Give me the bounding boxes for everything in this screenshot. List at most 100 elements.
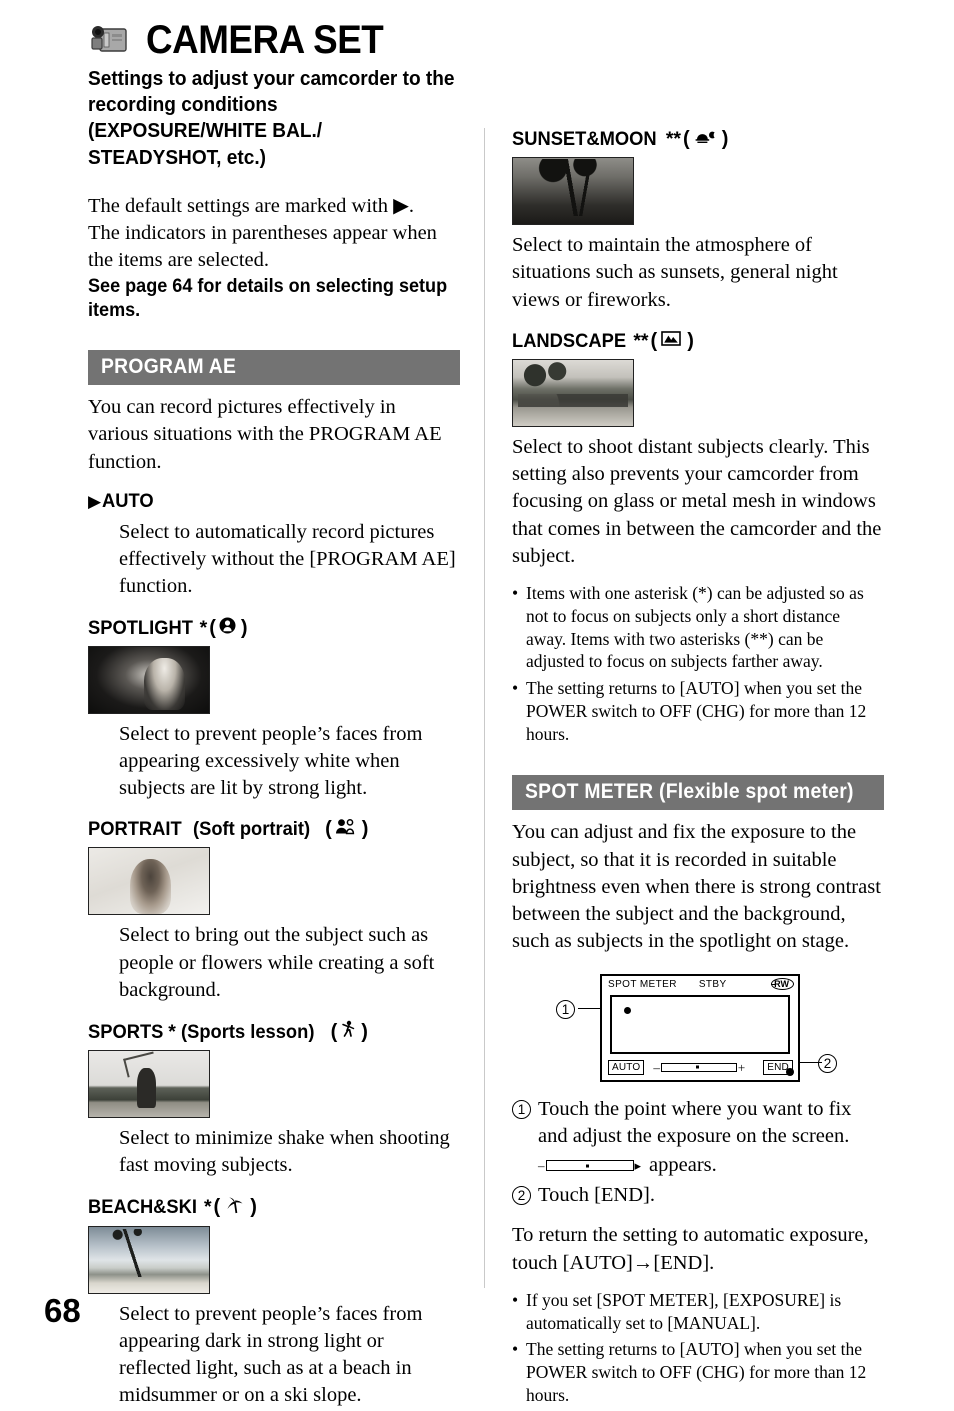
note-text: The setting returns to [AUTO] when you s… xyxy=(526,1339,867,1405)
minus-sign-icon: – xyxy=(653,1059,660,1075)
page-title: CAMERA SET xyxy=(146,18,384,62)
section-header-program-ae: PROGRAM AE xyxy=(88,350,460,386)
bullet-dot-icon: • xyxy=(512,678,519,698)
mode-sub-sports: (Sports lesson) xyxy=(181,1020,315,1043)
page-number: 68 xyxy=(44,1292,81,1329)
mode-sub-portrait: (Soft portrait) xyxy=(193,818,311,841)
mode-heading-landscape: LANDSCAPE **( ) xyxy=(512,329,694,352)
woman-in-spotlight-photo xyxy=(88,645,210,714)
mode-asterisk-sunset-moon: ** xyxy=(665,128,682,150)
beach-palms-photo xyxy=(88,1225,210,1294)
sunset-moon-icon xyxy=(694,128,716,151)
step-2: 2 Touch [END]. xyxy=(512,1182,884,1209)
mode-body-portrait: Select to bring out the subject such as … xyxy=(119,924,435,1001)
touch-point-marker-2 xyxy=(785,1067,794,1076)
mode-asterisk-landscape: ** xyxy=(633,329,649,352)
intro-bold-note: See page 64 for details on selecting set… xyxy=(88,275,448,322)
note-text: Items with one asterisk (*) can be adjus… xyxy=(526,583,864,672)
bullet-dot-icon: • xyxy=(512,1339,519,1360)
page-header: CAMERA SET xyxy=(88,20,460,60)
tape-indicator-icon: RW xyxy=(771,978,794,990)
lcd-status-label: STBY xyxy=(698,978,727,990)
spot-meter-description: You can adjust and fix the exposure to t… xyxy=(512,821,881,953)
camcorder-icon xyxy=(88,20,136,60)
bullet-dot-icon: • xyxy=(512,1289,519,1310)
lcd-status-bar: SPOT METER STBY RW xyxy=(602,976,798,992)
mode-name-landscape: LANDSCAPE xyxy=(512,329,627,352)
mode-body-auto: Select to automatically record pictures … xyxy=(119,520,456,598)
left-column: CAMERA SET Settings to adjust your camco… xyxy=(88,20,460,1410)
bullet-dot-icon: • xyxy=(512,583,519,603)
mode-body-beach-ski: Select to prevent people’s faces from ap… xyxy=(119,1302,423,1407)
exposure-slider-glyph: – ▸ xyxy=(538,1159,641,1173)
step-2-circle: 2 xyxy=(512,1186,531,1205)
mode-heading-portrait: PORTRAIT (Soft portrait) ( ) xyxy=(88,818,369,841)
step-1: 1 Touch the point where you want to fix … xyxy=(512,1096,884,1151)
right-column: SUNSET&MOON **( ) Select to maintain the … xyxy=(512,128,884,1411)
mode-name-auto: AUTO xyxy=(102,489,154,512)
note-text: The setting returns to [AUTO] when you s… xyxy=(526,678,867,744)
mode-body-sunset-moon: Select to maintain the atmosphere of sit… xyxy=(512,234,838,311)
callout-1-number: 1 xyxy=(556,999,575,1019)
step-2-number: 2 xyxy=(512,1182,538,1209)
callout-2-number: 2 xyxy=(818,1053,837,1073)
appears-line: – ▸ appears. xyxy=(538,1154,884,1177)
program-ae-notes: • Items with one asterisk (*) can be adj… xyxy=(512,582,884,745)
intro-line-1: The default settings are marked with ▶. xyxy=(88,194,415,217)
mode-name-beach-ski: BEACH&SKI xyxy=(88,1196,197,1219)
step-1-circle: 1 xyxy=(512,1099,531,1119)
lcd-mode-label: SPOT METER xyxy=(608,978,677,990)
portrait-face-photo xyxy=(88,847,210,916)
note-item: • Items with one asterisk (*) can be adj… xyxy=(512,582,884,673)
mode-asterisk-beach-ski: * xyxy=(203,1196,212,1219)
mode-body-spotlight: Select to prevent people’s faces from ap… xyxy=(119,722,423,800)
lcd-auto-button[interactable]: AUTO xyxy=(608,1059,645,1075)
program-ae-description: You can record pictures effectively in v… xyxy=(88,396,442,473)
spot-meter-notes: • If you set [SPOT METER], [EXPOSURE] is… xyxy=(512,1289,884,1407)
appears-text: appears. xyxy=(649,1154,717,1176)
manual-page: CAMERA SET Settings to adjust your camco… xyxy=(0,0,954,1406)
mode-body-landscape: Select to shoot distant subjects clearly… xyxy=(512,435,882,567)
note-item: • If you set [SPOT METER], [EXPOSURE] is… xyxy=(512,1289,884,1335)
intro-line-2: The indicators in parentheses appear whe… xyxy=(88,222,437,272)
golfer-photo xyxy=(88,1050,210,1119)
exposure-slider-icon: – + xyxy=(653,1060,745,1074)
mode-heading-auto: ▶ AUTO xyxy=(88,490,460,513)
mode-heading-beach-ski: BEACH&SKI *( ) xyxy=(88,1196,257,1219)
touch-point-marker xyxy=(624,1006,631,1014)
right-arrow-icon: ▸ xyxy=(634,1158,642,1173)
plus-arrow-icon: + xyxy=(737,1059,746,1075)
minus-sign-icon: – xyxy=(538,1158,545,1173)
sunset-palms-photo xyxy=(512,157,634,225)
mode-name-sunset-moon: SUNSET&MOON xyxy=(512,128,657,150)
step-1-number: 1 xyxy=(512,1096,538,1151)
spotlight-person-icon xyxy=(219,617,236,640)
default-marker-icon: ▶ xyxy=(88,491,102,511)
mode-asterisk-sports: * xyxy=(168,1020,176,1043)
mode-name-spotlight: SPOTLIGHT xyxy=(88,616,193,639)
section-title-text: SPOT METER (Flexible spot meter) xyxy=(525,780,854,804)
note-item: • The setting returns to [AUTO] when you… xyxy=(512,1338,884,1406)
exposure-bar xyxy=(660,1062,737,1072)
step-1-text: Touch the point where you want to fix an… xyxy=(538,1097,852,1147)
lcd-end-button[interactable]: END xyxy=(763,1059,794,1076)
section-header-spot-meter: SPOT METER (Flexible spot meter) xyxy=(512,775,884,811)
exposure-bar xyxy=(545,1160,634,1171)
mode-heading-sunset-moon: SUNSET&MOON **( ) xyxy=(512,128,729,151)
mode-body-sports: Select to minimize shake when shooting f… xyxy=(119,1127,450,1177)
mode-name-portrait: PORTRAIT xyxy=(88,818,182,841)
note-item: • The setting returns to [AUTO] when you… xyxy=(512,677,884,745)
mode-asterisk-spotlight: * xyxy=(199,616,208,639)
mode-name-sports: SPORTS xyxy=(88,1020,164,1043)
section-title-text: PROGRAM AE xyxy=(101,355,237,379)
lcd-screen: SPOT METER STBY RW AUTO – + END xyxy=(600,973,800,1082)
running-person-icon xyxy=(340,1020,356,1044)
lcd-button-bar: AUTO – + END xyxy=(608,1058,794,1077)
mode-heading-spotlight: SPOTLIGHT *( ) xyxy=(88,616,248,640)
spot-meter-screen-figure: 1 SPOT METER STBY RW AUTO – + END 2 xyxy=(512,972,884,1090)
lcd-viewfinder-area[interactable] xyxy=(610,994,790,1054)
return-to-auto-text: To return the setting to automatic expos… xyxy=(512,1224,869,1274)
portrait-person-icon xyxy=(335,818,357,841)
note-text: If you set [SPOT METER], [EXPOSURE] is a… xyxy=(526,1289,842,1333)
intro-text: The default settings are marked with ▶. … xyxy=(88,193,460,275)
